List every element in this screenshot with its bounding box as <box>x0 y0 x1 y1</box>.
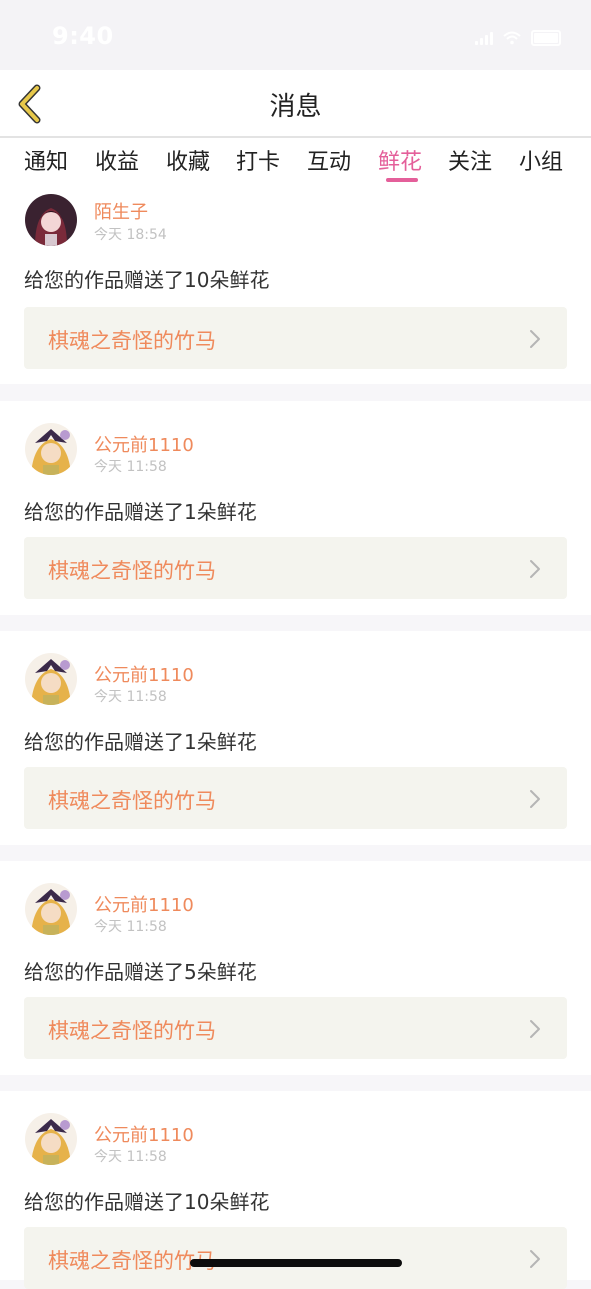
timestamp: 今天 11:58 <box>94 919 167 935</box>
tab-follows[interactable]: 关注 <box>448 144 492 176</box>
username[interactable]: 公元前1110 <box>94 661 194 687</box>
avatar[interactable] <box>25 653 77 705</box>
work-link-button[interactable]: 棋魂之奇怪的竹马 <box>24 767 567 829</box>
home-indicator <box>190 1259 402 1267</box>
message-text: 给您的作品赠送了5朵鲜花 <box>24 960 257 984</box>
username[interactable]: 公元前1110 <box>94 431 194 457</box>
chevron-right-icon <box>530 790 540 808</box>
tab-earnings[interactable]: 收益 <box>95 144 139 176</box>
chevron-right-icon <box>530 560 540 578</box>
wifi-icon <box>503 31 521 45</box>
message-text: 给您的作品赠送了1朵鲜花 <box>24 730 257 754</box>
work-link-button[interactable]: 棋魂之奇怪的竹马 <box>24 997 567 1059</box>
status-icons <box>475 30 561 46</box>
message-text: 给您的作品赠送了1朵鲜花 <box>24 500 257 524</box>
tab-checkin[interactable]: 打卡 <box>236 144 280 176</box>
username[interactable]: 陌生子 <box>94 198 148 224</box>
tab-interactions[interactable]: 互动 <box>307 144 351 176</box>
active-tab-indicator <box>386 178 418 182</box>
work-title: 棋魂之奇怪的竹马 <box>48 1019 216 1043</box>
avatar[interactable] <box>25 1113 77 1165</box>
chevron-right-icon <box>530 330 540 348</box>
work-title: 棋魂之奇怪的竹马 <box>48 329 216 353</box>
tab-notifications[interactable]: 通知 <box>24 144 68 176</box>
tab-groups[interactable]: 小组 <box>519 144 563 176</box>
page-title: 消息 <box>269 92 322 122</box>
message-card: 公元前1110 今天 11:58 给您的作品赠送了1朵鲜花 棋魂之奇怪的竹马 <box>0 631 591 845</box>
tab-flowers[interactable]: 鲜花 <box>378 144 422 176</box>
timestamp: 今天 18:54 <box>94 227 167 243</box>
username[interactable]: 公元前1110 <box>94 1121 194 1147</box>
avatar[interactable] <box>25 883 77 935</box>
avatar[interactable] <box>25 423 77 475</box>
signal-icon <box>475 31 493 45</box>
work-link-button[interactable]: 棋魂之奇怪的竹马 <box>24 537 567 599</box>
chevron-right-icon <box>530 1250 540 1268</box>
timestamp: 今天 11:58 <box>94 689 167 705</box>
tab-favorites[interactable]: 收藏 <box>166 144 210 176</box>
status-time: 9:40 <box>52 22 114 50</box>
username[interactable]: 公元前1110 <box>94 891 194 917</box>
battery-icon <box>531 30 561 46</box>
avatar[interactable] <box>25 194 77 246</box>
timestamp: 今天 11:58 <box>94 459 167 475</box>
message-card: 公元前1110 今天 11:58 给您的作品赠送了1朵鲜花 棋魂之奇怪的竹马 <box>0 401 591 615</box>
work-link-button[interactable]: 棋魂之奇怪的竹马 <box>24 307 567 369</box>
message-card: 公元前1110 今天 11:58 给您的作品赠送了10朵鲜花 棋魂之奇怪的竹马 <box>0 1091 591 1289</box>
work-title: 棋魂之奇怪的竹马 <box>48 789 216 813</box>
chevron-right-icon <box>530 1020 540 1038</box>
tab-bar: 通知 收益 收藏 打卡 互动 鲜花 关注 小组 <box>0 138 591 184</box>
message-card: 陌生子 今天 18:54 给您的作品赠送了10朵鲜花 棋魂之奇怪的竹马 <box>0 184 591 384</box>
status-bar: 9:40 <box>0 0 591 70</box>
message-text: 给您的作品赠送了10朵鲜花 <box>24 1190 270 1214</box>
message-card: 公元前1110 今天 11:58 给您的作品赠送了5朵鲜花 棋魂之奇怪的竹马 <box>0 861 591 1075</box>
nav-bar: 消息 <box>0 70 591 137</box>
timestamp: 今天 11:58 <box>94 1149 167 1165</box>
work-title: 棋魂之奇怪的竹马 <box>48 559 216 583</box>
message-text: 给您的作品赠送了10朵鲜花 <box>24 268 270 292</box>
